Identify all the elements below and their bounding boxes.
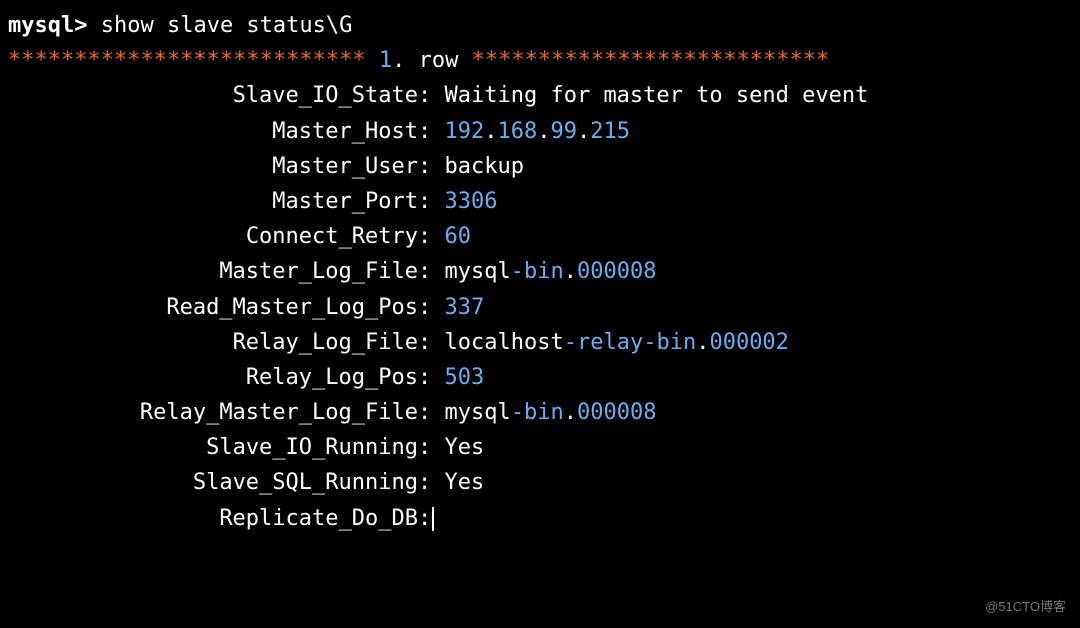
stars-left: ***************************	[8, 48, 366, 73]
row-relay-log-file: Relay_Log_File: localhost-relay-bin.0000…	[8, 325, 1072, 360]
file-part: bin	[524, 259, 564, 284]
key-label: Master_Port	[8, 184, 418, 219]
key-label: Replicate_Do_DB	[8, 501, 418, 536]
key-label: Master_Host	[8, 114, 418, 149]
prompt-line: mysql> show slave status\G	[8, 8, 1072, 43]
ip-octet: 99	[551, 119, 578, 144]
row-master-log-file: Master_Log_File: mysql-bin.000008	[8, 254, 1072, 289]
value-text: backup	[445, 154, 524, 179]
key-label: Slave_SQL_Running	[8, 465, 418, 500]
row-slave-sql-running: Slave_SQL_Running: Yes	[8, 465, 1072, 500]
cursor-icon	[432, 507, 434, 531]
value-number: 337	[445, 295, 485, 320]
row-relay-log-pos: Relay_Log_Pos: 503	[8, 360, 1072, 395]
ip-octet: 192	[445, 119, 485, 144]
file-part: mysql	[445, 400, 511, 425]
key-label: Relay_Log_File	[8, 325, 418, 360]
command-text: show slave status\G	[101, 13, 353, 38]
key-label: Relay_Log_Pos	[8, 360, 418, 395]
row-master-port: Master_Port: 3306	[8, 184, 1072, 219]
watermark-text: @51CTO博客	[985, 597, 1066, 618]
row-number: 1	[379, 48, 392, 73]
value-text: Yes	[445, 470, 485, 495]
file-part: bin	[656, 330, 696, 355]
row-master-user: Master_User: backup	[8, 149, 1072, 184]
mysql-prompt: mysql>	[8, 13, 87, 38]
file-part: relay	[577, 330, 643, 355]
value-number: 60	[445, 224, 472, 249]
file-part: 000002	[709, 330, 788, 355]
row-dot: .	[392, 48, 405, 73]
row-replicate-do-db: Replicate_Do_DB:	[8, 501, 1072, 536]
file-part: 000008	[577, 259, 656, 284]
row-connect-retry: Connect_Retry: 60	[8, 219, 1072, 254]
row-label: row	[419, 48, 459, 73]
file-part: mysql	[445, 259, 511, 284]
key-label: Read_Master_Log_Pos	[8, 290, 418, 325]
key-label: Connect_Retry	[8, 219, 418, 254]
row-slave-io-running: Slave_IO_Running: Yes	[8, 430, 1072, 465]
value-number: 503	[445, 365, 485, 390]
value-text: Waiting for master to send event	[445, 83, 869, 108]
row-master-host: Master_Host: 192.168.99.215	[8, 114, 1072, 149]
row-read-master-log-pos: Read_Master_Log_Pos: 337	[8, 290, 1072, 325]
row-slave-io-state: Slave_IO_State: Waiting for master to se…	[8, 78, 1072, 113]
key-label: Master_User	[8, 149, 418, 184]
file-part: bin	[524, 400, 564, 425]
key-label: Slave_IO_Running	[8, 430, 418, 465]
key-label: Relay_Master_Log_File	[8, 395, 418, 430]
key-label: Master_Log_File	[8, 254, 418, 289]
row-separator: *************************** 1. row *****…	[8, 43, 1072, 78]
ip-octet: 168	[498, 119, 538, 144]
value-number: 3306	[445, 189, 498, 214]
key-label: Slave_IO_State	[8, 78, 418, 113]
file-part: localhost	[445, 330, 564, 355]
file-part: 000008	[577, 400, 656, 425]
row-relay-master-log-file: Relay_Master_Log_File: mysql-bin.000008	[8, 395, 1072, 430]
stars-right: ***************************	[472, 48, 830, 73]
ip-octet: 215	[590, 119, 630, 144]
value-text: Yes	[445, 435, 485, 460]
